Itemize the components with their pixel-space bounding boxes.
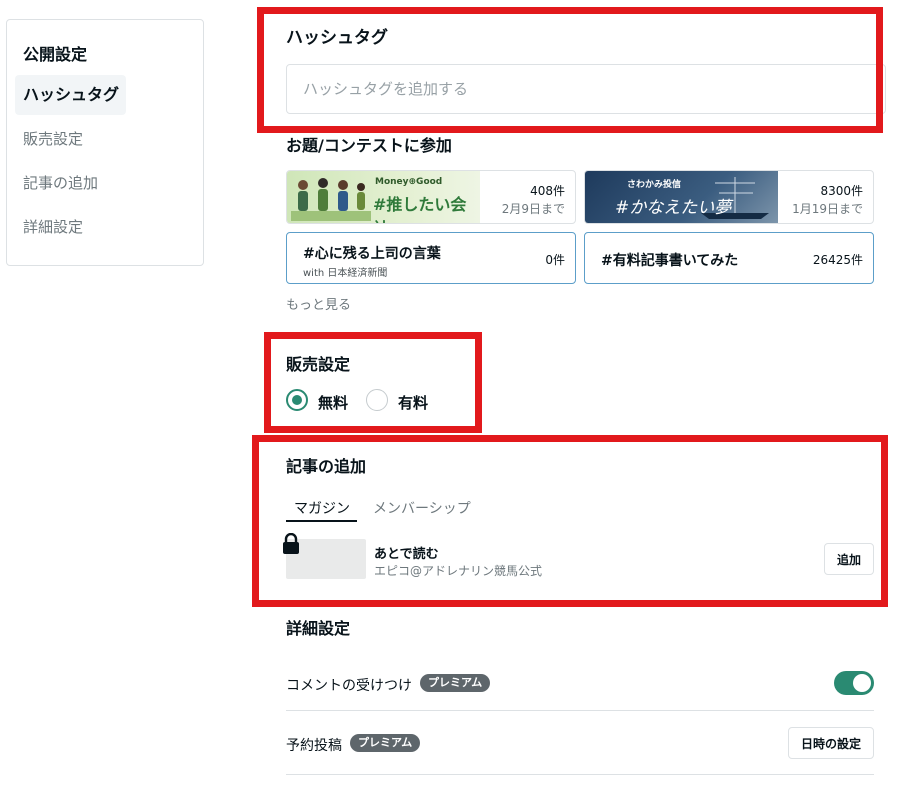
scheduled-post-label: 予約投稿 [286,738,342,754]
contest-count: 8300件 [820,184,863,198]
contest-card-kanaetai[interactable]: さわかみ投信 #かなえたい夢 8300件 1月19日まで [584,170,874,224]
contest-card-yuryou[interactable]: #有料記事書いてみた 26425件 [584,232,874,284]
contest-title-text: #心に残る上司の言葉 [303,246,441,262]
highlight-box-sales [264,332,482,433]
highlight-box-add-article [252,435,888,607]
set-datetime-button[interactable]: 日時の設定 [788,727,874,759]
contest-deadline: 1月19日まで [792,202,863,216]
sidebar-item-add-article[interactable]: 記事の追加 [15,163,126,203]
banner-brand: Money⊕Good [375,177,443,187]
divider [286,774,874,775]
banner-hashtag: #推したい会社 [373,195,467,223]
contest-title-text: #有料記事書いてみた [601,253,739,269]
contest-count: 0件 [545,253,565,267]
banner-brand: さわかみ投信 [627,180,682,190]
sidebar-item-hashtag[interactable]: ハッシュタグ [15,75,126,115]
comment-toggle[interactable] [834,671,874,695]
premium-badge: プレミアム [350,734,421,752]
contest-banner-oshitai: Money⊕Good #推したい会社 [287,171,480,223]
sidebar-item-details[interactable]: 詳細設定 [15,207,126,247]
sidebar-title: 公開設定 [23,45,88,64]
comment-setting-label: コメントの受けつけ [286,678,412,694]
contest-banner-kanaetai: さわかみ投信 #かなえたい夢 [585,171,778,223]
highlight-box-hashtag [257,7,883,133]
contest-count: 26425件 [812,253,863,267]
settings-sidebar: 公開設定 ハッシュタグ 販売設定 記事の追加 詳細設定 [6,19,204,266]
contest-subtitle: with 日本経済新聞 [303,268,388,279]
divider [286,710,874,711]
contest-title: お題/コンテストに参加 [286,136,452,155]
contest-card-oshitai[interactable]: Money⊕Good #推したい会社 408件 2月9日まで [286,170,576,224]
people-illustration-icon [291,178,371,221]
banner-hashtag: #かなえたい夢 [615,198,732,218]
contest-deadline: 2月9日まで [501,202,565,216]
toggle-knob-icon [853,674,871,692]
sidebar-item-sales[interactable]: 販売設定 [15,119,126,159]
more-contests-link[interactable]: もっと見る [286,294,351,313]
contest-card-joushi[interactable]: #心に残る上司の言葉 with 日本経済新聞 0件 [286,232,576,284]
premium-badge: プレミアム [420,674,491,692]
details-title: 詳細設定 [286,619,351,638]
contest-count: 408件 [530,184,565,198]
